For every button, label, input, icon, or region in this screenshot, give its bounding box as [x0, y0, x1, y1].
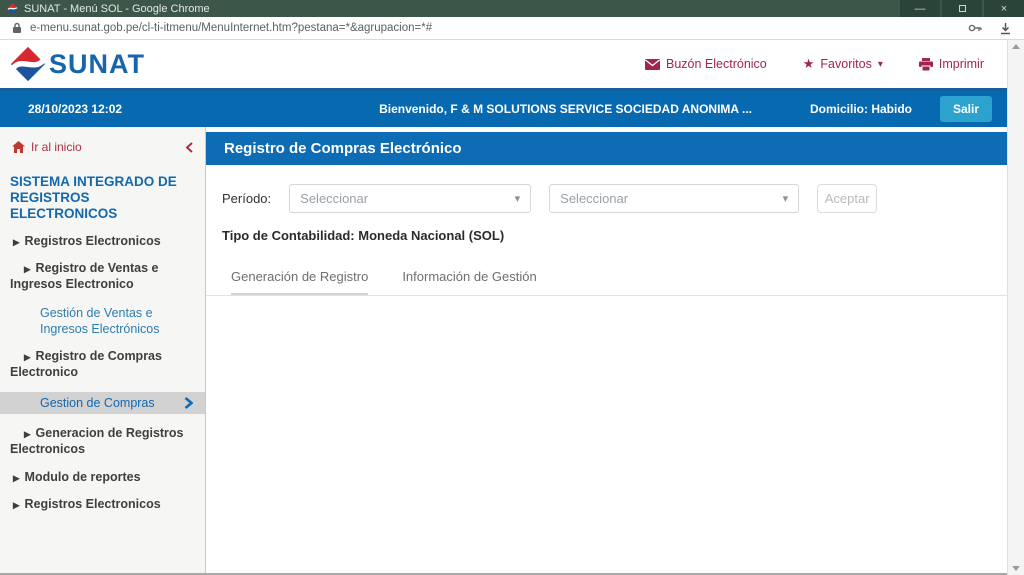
- sidebar-system-title: SISTEMA INTEGRADO DE REGISTROS ELECTRONI…: [10, 174, 177, 221]
- restore-icon: [958, 5, 966, 12]
- sunat-logo-text: SUNAT: [49, 48, 145, 79]
- sidebar-home-link[interactable]: Ir al inicio: [0, 127, 205, 154]
- tab-generacion-de-registro[interactable]: Generación de Registro: [231, 269, 369, 295]
- sidebar-item-modulo-reportes[interactable]: ▶ Modulo de reportes: [0, 458, 205, 486]
- window-controls: — ×: [898, 0, 1024, 17]
- imprimir-label: Imprimir: [938, 57, 984, 71]
- sunat-logo[interactable]: SUNAT: [10, 46, 145, 82]
- sidebar-item-label: Generacion de Registros Electronicos: [10, 426, 184, 457]
- sidebar-item-registros-electronicos[interactable]: ▶ Registros Electronicos: [0, 222, 205, 250]
- salir-button[interactable]: Salir: [939, 96, 992, 122]
- tipo-contabilidad-text: Tipo de Contabilidad: Moneda Nacional (S…: [222, 228, 505, 243]
- triangle-bullet-icon: ▶: [13, 500, 20, 511]
- sidebar: Ir al inicio SISTEMA INTEGRADO DE REGIST…: [0, 127, 206, 573]
- favoritos-menu[interactable]: ★ Favoritos ▾: [803, 56, 883, 72]
- triangle-bullet-icon: ▶: [13, 472, 20, 483]
- sidebar-link-gestion-ventas[interactable]: Gestión de Ventas e Ingresos Electrónico…: [0, 293, 180, 338]
- imprimir-link[interactable]: Imprimir: [918, 57, 984, 71]
- domicilio-status: Domicilio: Habido: [809, 102, 912, 116]
- close-button[interactable]: ×: [984, 0, 1024, 17]
- envelope-icon: [645, 58, 660, 70]
- sidebar-item-label: Registro de Ventas e Ingresos Electronic…: [10, 261, 159, 292]
- restore-button[interactable]: [942, 0, 982, 17]
- sidebar-item-registro-ventas[interactable]: ▶ Registro de Ventas e Ingresos Electroni…: [0, 249, 205, 292]
- home-icon: [12, 141, 25, 153]
- sunat-diamond-icon: [10, 46, 46, 82]
- page-title: Registro de Compras Electrónico: [206, 132, 1024, 165]
- sidebar-item-label: Modulo de reportes: [24, 469, 141, 484]
- welcome-text: Bienvenido, F & M SOLUTIONS SERVICE SOCI…: [379, 102, 752, 116]
- home-label: Ir al inicio: [31, 140, 82, 154]
- chevron-right-icon: [184, 397, 193, 410]
- periodo-year-select[interactable]: Seleccionar ▾: [289, 184, 532, 213]
- triangle-bullet-icon: ▶: [24, 352, 31, 363]
- buzon-electronico-link[interactable]: Buzón Electrónico: [645, 57, 767, 71]
- triangle-bullet-icon: ▶: [13, 236, 20, 247]
- tab-informacion-de-gestion[interactable]: Información de Gestión: [402, 269, 536, 295]
- sidebar-item-generacion-registros[interactable]: ▶ Generacion de Registros Electronicos: [0, 414, 205, 457]
- period-filter-row: Período: Seleccionar ▾ Seleccionar ▾ Ace…: [222, 184, 1024, 213]
- download-icon[interactable]: [999, 22, 1012, 35]
- minimize-button[interactable]: —: [900, 0, 940, 17]
- browser-titlebar: SUNAT - Menú SOL - Google Chrome — ×: [0, 0, 1024, 17]
- scroll-down-icon[interactable]: [1012, 566, 1020, 571]
- aceptar-button[interactable]: Aceptar: [817, 184, 878, 213]
- window-title: SUNAT - Menú SOL - Google Chrome: [24, 2, 210, 15]
- session-right-group: Bienvenido, F & M SOLUTIONS SERVICE SOCI…: [379, 96, 992, 122]
- caret-down-icon: ▾: [877, 58, 883, 70]
- session-info-bar: 28/10/2023 12:02 Bienvenido, F & M SOLUT…: [0, 88, 1024, 127]
- site-header: SUNAT Buzón Electrónico ★ Favoritos ▾ Im…: [0, 40, 1024, 88]
- star-icon: ★: [802, 56, 815, 71]
- scroll-up-icon[interactable]: [1012, 44, 1020, 49]
- sidebar-item-registro-compras[interactable]: ▶ Registro de Compras Electronico: [0, 337, 205, 380]
- sidebar-link-gestion-compras-selected[interactable]: Gestion de Compras: [0, 392, 205, 415]
- address-text[interactable]: e-menu.sunat.gob.pe/cl-ti-itmenu/MenuInt…: [30, 22, 952, 34]
- collapse-sidebar-icon[interactable]: [185, 141, 193, 153]
- tab-divider: [206, 295, 1024, 296]
- password-key-icon[interactable]: [968, 23, 983, 33]
- periodo-month-select[interactable]: Seleccionar ▾: [549, 184, 800, 213]
- sunat-favicon-icon: [7, 3, 18, 14]
- page-body: Ir al inicio SISTEMA INTEGRADO DE REGIST…: [0, 127, 1024, 575]
- url-bar[interactable]: e-menu.sunat.gob.pe/cl-ti-itmenu/MenuInt…: [0, 17, 1024, 40]
- sidebar-link-label: Gestion de Compras: [40, 396, 155, 411]
- select-placeholder: Seleccionar: [560, 191, 629, 206]
- printer-icon: [918, 57, 933, 71]
- triangle-bullet-icon: ▶: [24, 429, 31, 440]
- periodo-label: Período:: [222, 191, 272, 206]
- buzon-label: Buzón Electrónico: [666, 57, 767, 71]
- caret-down-icon: ▾: [514, 193, 521, 205]
- select-placeholder: Seleccionar: [300, 191, 369, 206]
- sidebar-item-label: Registros Electronicos: [24, 497, 161, 512]
- sidebar-item-label: Registro de Compras Electronico: [10, 349, 162, 379]
- caret-down-icon: ▾: [782, 193, 789, 205]
- header-links: Buzón Electrónico ★ Favoritos ▾ Imprimir: [645, 56, 984, 72]
- sidebar-item-label: Registros Electronicos: [24, 233, 161, 248]
- sidebar-link-label: Gestión de Ventas e Ingresos Electrónico…: [40, 305, 160, 336]
- tab-bar: Generación de Registro Información de Ge…: [231, 269, 1024, 295]
- page-scrollbar[interactable]: [1007, 40, 1024, 575]
- favoritos-label: Favoritos: [820, 57, 872, 71]
- sidebar-item-registros-electronicos-2[interactable]: ▶ Registros Electronicos: [0, 485, 205, 513]
- triangle-bullet-icon: ▶: [24, 264, 31, 275]
- main-content: Registro de Compras Electrónico Período:…: [206, 127, 1024, 573]
- lock-icon[interactable]: [12, 22, 22, 34]
- session-datetime: 28/10/2023 12:02: [28, 102, 123, 116]
